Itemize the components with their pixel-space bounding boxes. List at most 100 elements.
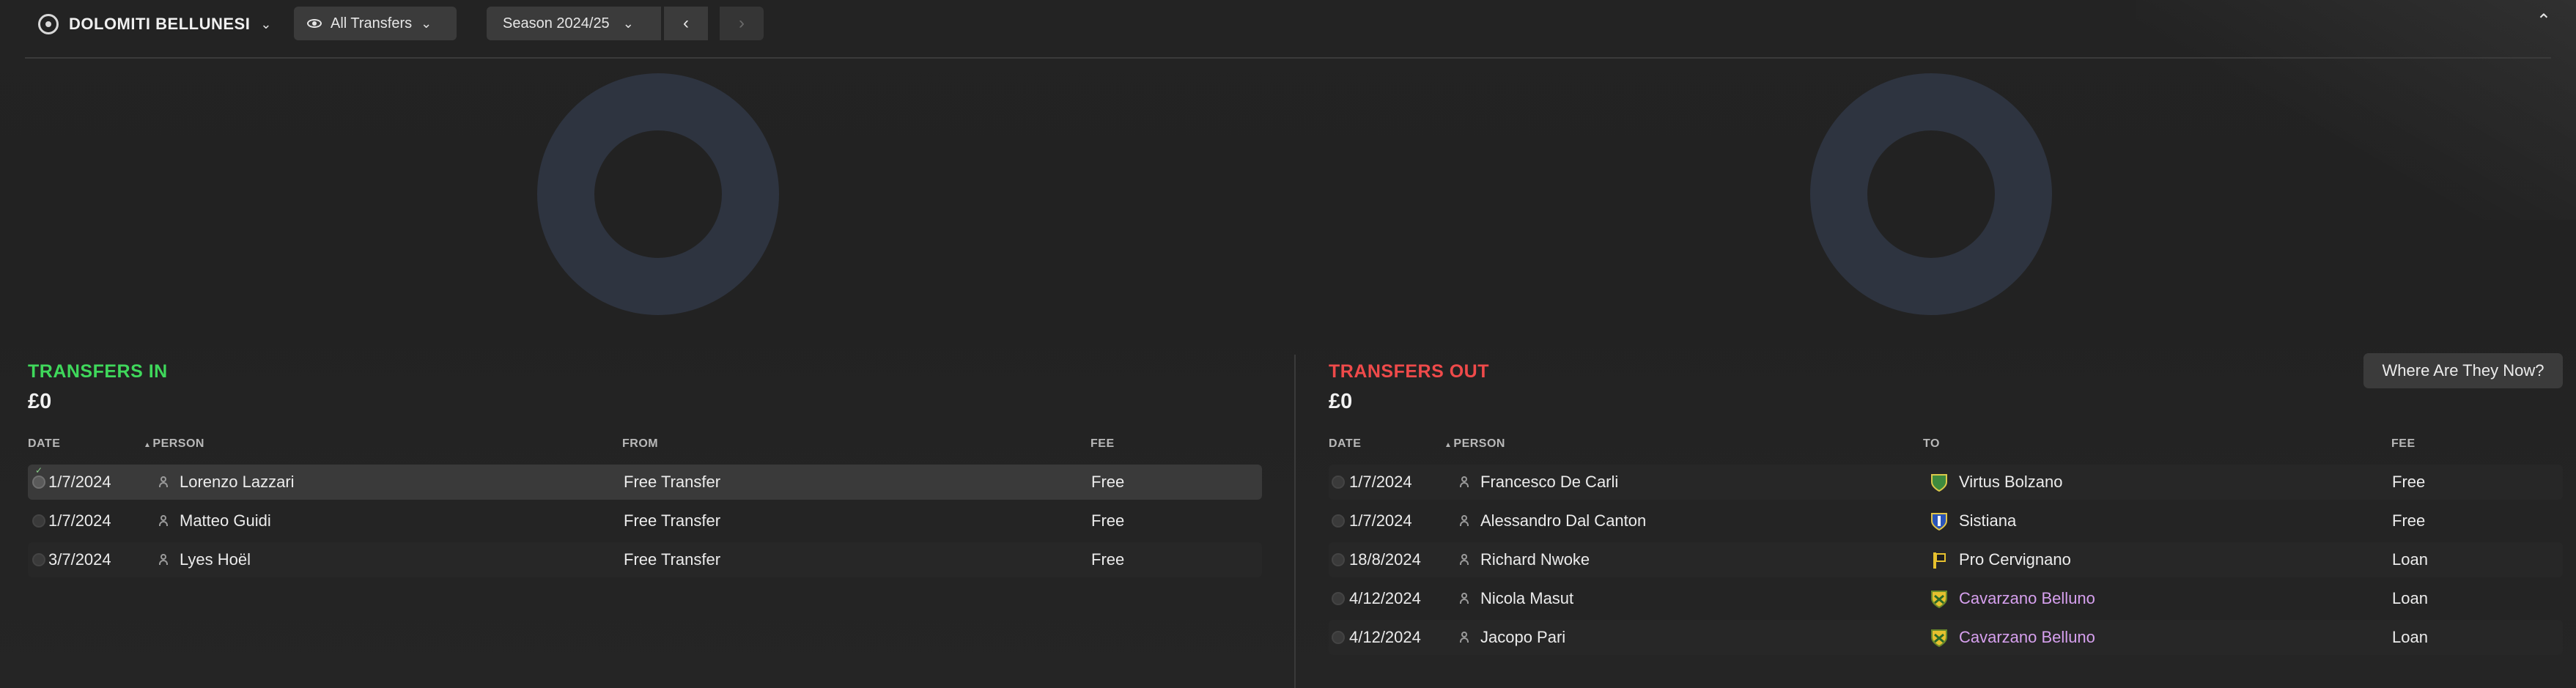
out-col-person-label: PERSON: [1453, 437, 1505, 450]
in-person[interactable]: Lyes Hoël: [180, 542, 251, 577]
where-are-they-now-button[interactable]: Where Are They Now?: [2363, 353, 2563, 388]
in-person[interactable]: Lorenzo Lazzari: [180, 465, 295, 500]
out-fee: Free: [2392, 511, 2426, 530]
out-to[interactable]: Sistiana: [1959, 503, 2016, 539]
transfers-out-row[interactable]: 4/12/2024 Jacopo Pari Cavarzano Belluno …: [1329, 620, 2563, 655]
out-col-fee[interactable]: FEE: [2391, 437, 2416, 451]
person-icon: [158, 476, 169, 488]
in-col-date[interactable]: DATE: [28, 437, 60, 451]
out-fee: Loan: [2392, 628, 2428, 646]
transfers-page: DOLOMITI BELLUNESI ⌄ All Transfers ⌄ Sea…: [0, 0, 2576, 688]
yellow-shield-crest-icon: [1931, 591, 1947, 609]
transfers-in-donut-chart: [537, 73, 779, 315]
previous-season-button[interactable]: ‹: [664, 7, 708, 40]
status-dot-icon: [1332, 476, 1345, 489]
status-dot-icon: [32, 514, 45, 528]
chevron-left-icon: ‹: [683, 13, 689, 33]
person-icon: [1459, 554, 1469, 566]
transfers-in-panel: TRANSFERS IN £0: [28, 361, 1263, 414]
in-date: 1/7/2024: [48, 511, 111, 530]
out-person[interactable]: Nicola Masut: [1480, 581, 1573, 616]
transfers-out-row[interactable]: 1/7/2024 Francesco De Carli Virtus Bolza…: [1329, 465, 2563, 500]
panel-divider: [1294, 355, 1296, 688]
transfers-in-donut-ring: [537, 73, 779, 315]
transfers-in-total: £0: [28, 390, 52, 413]
out-person[interactable]: Jacopo Pari: [1480, 620, 1565, 655]
out-person[interactable]: Alessandro Dal Canton: [1480, 503, 1646, 539]
in-date: 3/7/2024: [48, 550, 111, 569]
out-date: 1/7/2024: [1349, 473, 1412, 491]
transfers-out-row[interactable]: 4/12/2024 Nicola Masut Cavarzano Belluno…: [1329, 581, 2563, 616]
in-fee: Free: [1091, 473, 1125, 491]
sort-ascending-icon: ▲: [1444, 441, 1453, 449]
transfers-out-donut-ring: [1810, 73, 2052, 315]
out-to[interactable]: Pro Cervignano: [1959, 542, 2071, 577]
in-col-from[interactable]: FROM: [622, 437, 658, 451]
season-dropdown[interactable]: Season 2024/25 ⌄: [487, 7, 661, 40]
status-confirmed-icon: [32, 465, 45, 489]
in-fee: Free: [1091, 550, 1125, 569]
transfers-out-row[interactable]: 1/7/2024 Alessandro Dal Canton Sistiana …: [1329, 503, 2563, 539]
chevron-right-icon: ›: [739, 13, 745, 33]
in-person[interactable]: Matteo Guidi: [180, 503, 271, 539]
club-name: DOLOMITI BELLUNESI: [69, 15, 251, 33]
in-col-person-label: PERSON: [152, 437, 204, 450]
status-dot-icon: [32, 553, 45, 566]
filter-label: All Transfers: [331, 15, 413, 32]
status-dot-icon: [1332, 631, 1345, 644]
yellow-flag-crest-icon: [1933, 552, 1946, 569]
chevron-down-icon: ⌄: [260, 16, 272, 32]
out-date: 18/8/2024: [1349, 550, 1421, 569]
out-fee: Free: [2392, 473, 2426, 491]
out-fee: Loan: [2392, 550, 2428, 569]
out-fee: Loan: [2392, 589, 2428, 607]
transfers-in-row[interactable]: 3/7/2024 Lyes Hoël Free Transfer Free: [28, 542, 1262, 577]
chevron-down-icon: ⌄: [622, 15, 634, 31]
out-to[interactable]: Cavarzano Belluno: [1959, 581, 2095, 616]
sort-ascending-icon: ▲: [144, 441, 152, 449]
person-icon: [1459, 632, 1469, 643]
eye-icon: [307, 19, 322, 28]
transfers-in-row[interactable]: 1/7/2024 Matteo Guidi Free Transfer Free: [28, 503, 1262, 539]
next-season-button[interactable]: ›: [720, 7, 764, 40]
person-icon: [1459, 515, 1469, 527]
out-col-to[interactable]: TO: [1923, 437, 1940, 451]
yellow-shield-crest-icon: [1931, 629, 1947, 648]
in-from: Free Transfer: [624, 511, 721, 530]
in-col-fee[interactable]: FEE: [1090, 437, 1115, 451]
chevron-down-icon: ⌄: [421, 15, 432, 31]
in-fee: Free: [1091, 511, 1125, 530]
in-date: 1/7/2024: [48, 473, 111, 491]
out-col-date[interactable]: DATE: [1329, 437, 1361, 451]
in-col-person[interactable]: ▲ PERSON: [144, 437, 204, 451]
club-selector[interactable]: DOLOMITI BELLUNESI ⌄: [38, 9, 271, 40]
season-label: Season 2024/25: [503, 15, 610, 32]
person-icon: [1459, 593, 1469, 604]
transfer-filter-dropdown[interactable]: All Transfers ⌄: [294, 7, 457, 40]
out-person[interactable]: Richard Nwoke: [1480, 542, 1590, 577]
transfers-out-total: £0: [1329, 390, 1353, 413]
person-icon: [158, 515, 169, 527]
out-col-person[interactable]: ▲ PERSON: [1444, 437, 1505, 451]
blue-shield-crest-icon: [1931, 513, 1947, 531]
out-date: 4/12/2024: [1349, 628, 1421, 646]
transfers-out-row[interactable]: 18/8/2024 Richard Nwoke Pro Cervignano L…: [1329, 542, 2563, 577]
in-from: Free Transfer: [624, 473, 721, 491]
green-shield-crest-icon: [1931, 474, 1947, 492]
out-person[interactable]: Francesco De Carli: [1480, 465, 1618, 500]
person-icon: [1459, 476, 1469, 488]
out-to[interactable]: Cavarzano Belluno: [1959, 620, 2095, 655]
status-dot-icon: [1332, 514, 1345, 528]
person-icon: [158, 554, 169, 566]
top-bar: DOLOMITI BELLUNESI ⌄ All Transfers ⌄ Sea…: [0, 0, 2576, 57]
status-dot-icon: [1332, 553, 1345, 566]
in-from: Free Transfer: [624, 550, 721, 569]
status-dot-icon: [1332, 592, 1345, 605]
transfers-in-row[interactable]: 1/7/2024 Lorenzo Lazzari Free Transfer F…: [28, 465, 1262, 500]
transfers-out-donut-chart: [1810, 73, 2052, 315]
out-date: 4/12/2024: [1349, 589, 1421, 607]
collapse-button[interactable]: ⌃: [2536, 10, 2551, 32]
out-date: 1/7/2024: [1349, 511, 1412, 530]
club-badge-icon: [38, 14, 59, 34]
out-to[interactable]: Virtus Bolzano: [1959, 465, 2062, 500]
